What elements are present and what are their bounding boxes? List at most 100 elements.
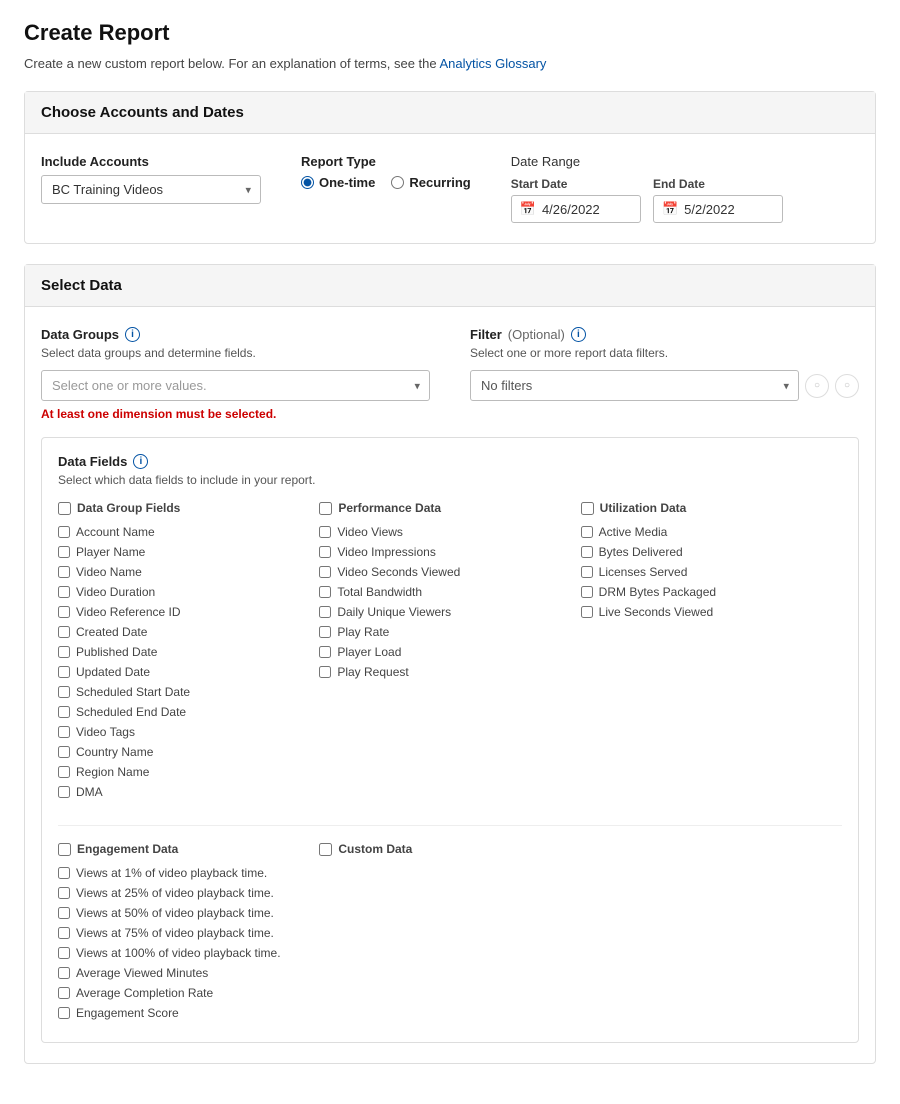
custom-data-checkbox[interactable] [319,843,332,856]
cb-scheduled-start-date[interactable] [58,686,70,698]
cb-published-date[interactable] [58,646,70,658]
filter-col: Filter (Optional) i Select one or more r… [470,327,859,401]
utilization-data-col: Utilization Data Active Media Bytes Deli… [581,501,842,805]
field-video-name: Video Name [58,565,307,579]
cb-player-name[interactable] [58,546,70,558]
engagement-data-checkbox[interactable] [58,843,71,856]
cb-engagement-score[interactable] [58,1007,70,1019]
data-fields-header: Data Fields i [58,454,842,469]
filter-select[interactable]: No filters [470,370,799,401]
cb-avg-completion-rate[interactable] [58,987,70,999]
data-groups-select-wrapper: Select one or more values. [41,370,430,401]
data-group-fields-checkbox[interactable] [58,502,71,515]
cb-created-date[interactable] [58,626,70,638]
cb-video-tags[interactable] [58,726,70,738]
calendar-icon-start: 📅 [520,201,536,217]
cb-views-25pct[interactable] [58,887,70,899]
account-select-wrapper: BC Training Videos [41,175,261,204]
cb-live-seconds-viewed[interactable] [581,606,593,618]
cb-play-request[interactable] [319,666,331,678]
cb-drm-bytes-packaged[interactable] [581,586,593,598]
field-region-name: Region Name [58,765,307,779]
performance-data-label: Performance Data [338,501,441,515]
select-data-title: Select Data [41,277,859,294]
field-active-media: Active Media [581,525,830,539]
data-groups-info-icon[interactable]: i [125,327,140,342]
cb-account-name[interactable] [58,526,70,538]
data-groups-select[interactable]: Select one or more values. [41,370,430,401]
filter-optional: (Optional) [508,327,565,342]
cb-video-impressions[interactable] [319,546,331,558]
filter-wrapper: No filters ○ ○ [470,370,859,401]
cb-views-75pct[interactable] [58,927,70,939]
end-date-field: End Date 📅 [653,177,783,223]
cb-scheduled-end-date[interactable] [58,706,70,718]
filter-circle-btn-2[interactable]: ○ [835,374,859,398]
engagement-col: Engagement Data Views at 1% of video pla… [58,842,319,1026]
select-data-section: Select Data Data Groups i Select data gr… [24,264,876,1064]
filter-circle-btn-1[interactable]: ○ [805,374,829,398]
cb-views-1pct[interactable] [58,867,70,879]
accounts-dates-header: Choose Accounts and Dates [25,92,875,134]
date-range-label: Date Range [511,154,783,169]
cb-updated-date[interactable] [58,666,70,678]
data-groups-label: Data Groups [41,327,119,342]
cb-play-rate[interactable] [319,626,331,638]
data-fields-section: Data Fields i Select which data fields t… [41,437,859,1043]
cb-video-reference-id[interactable] [58,606,70,618]
data-groups-row: Data Groups i Select data groups and det… [41,327,859,421]
field-bytes-delivered: Bytes Delivered [581,545,830,559]
field-video-views: Video Views [319,525,568,539]
cb-views-50pct[interactable] [58,907,70,919]
cb-player-load[interactable] [319,646,331,658]
utilization-data-header: Utilization Data [581,501,830,515]
field-licenses-served: Licenses Served [581,565,830,579]
cb-avg-viewed-minutes[interactable] [58,967,70,979]
field-avg-completion-rate: Average Completion Rate [58,986,307,1000]
field-scheduled-start-date: Scheduled Start Date [58,685,307,699]
data-group-fields-label: Data Group Fields [77,501,180,515]
start-date-field: Start Date 📅 [511,177,641,223]
page-title: Create Report [24,20,876,46]
cb-views-100pct[interactable] [58,947,70,959]
cb-video-seconds-viewed[interactable] [319,566,331,578]
cb-bytes-delivered[interactable] [581,546,593,558]
radio-row: One-time Recurring [301,175,471,190]
performance-data-checkbox[interactable] [319,502,332,515]
utilization-data-label: Utilization Data [600,501,687,515]
engagement-data-header: Engagement Data [58,842,307,856]
cb-country-name[interactable] [58,746,70,758]
field-published-date: Published Date [58,645,307,659]
account-select[interactable]: BC Training Videos [41,175,261,204]
onetime-radio[interactable] [301,176,314,189]
field-video-seconds-viewed: Video Seconds Viewed [319,565,568,579]
onetime-option[interactable]: One-time [301,175,375,190]
cb-active-media[interactable] [581,526,593,538]
recurring-radio[interactable] [391,176,404,189]
cb-region-name[interactable] [58,766,70,778]
intro-text: Create a new custom report below. For an… [24,56,876,71]
filter-label: Filter [470,327,502,342]
data-fields-info-icon[interactable]: i [133,454,148,469]
cb-dma[interactable] [58,786,70,798]
start-date-label: Start Date [511,177,641,191]
field-player-load: Player Load [319,645,568,659]
cb-daily-unique-viewers[interactable] [319,606,331,618]
calendar-icon-end: 📅 [662,201,678,217]
cb-video-views[interactable] [319,526,331,538]
utilization-data-checkbox[interactable] [581,502,594,515]
cb-licenses-served[interactable] [581,566,593,578]
field-total-bandwidth: Total Bandwidth [319,585,568,599]
end-date-input[interactable] [684,202,774,217]
cb-video-duration[interactable] [58,586,70,598]
cb-total-bandwidth[interactable] [319,586,331,598]
glossary-link[interactable]: Analytics Glossary [440,56,547,71]
cb-video-name[interactable] [58,566,70,578]
field-created-date: Created Date [58,625,307,639]
start-date-input[interactable] [542,202,632,217]
select-data-body: Data Groups i Select data groups and det… [25,307,875,1063]
recurring-option[interactable]: Recurring [391,175,470,190]
filter-info-icon[interactable]: i [571,327,586,342]
field-dma: DMA [58,785,307,799]
field-avg-viewed-minutes: Average Viewed Minutes [58,966,307,980]
